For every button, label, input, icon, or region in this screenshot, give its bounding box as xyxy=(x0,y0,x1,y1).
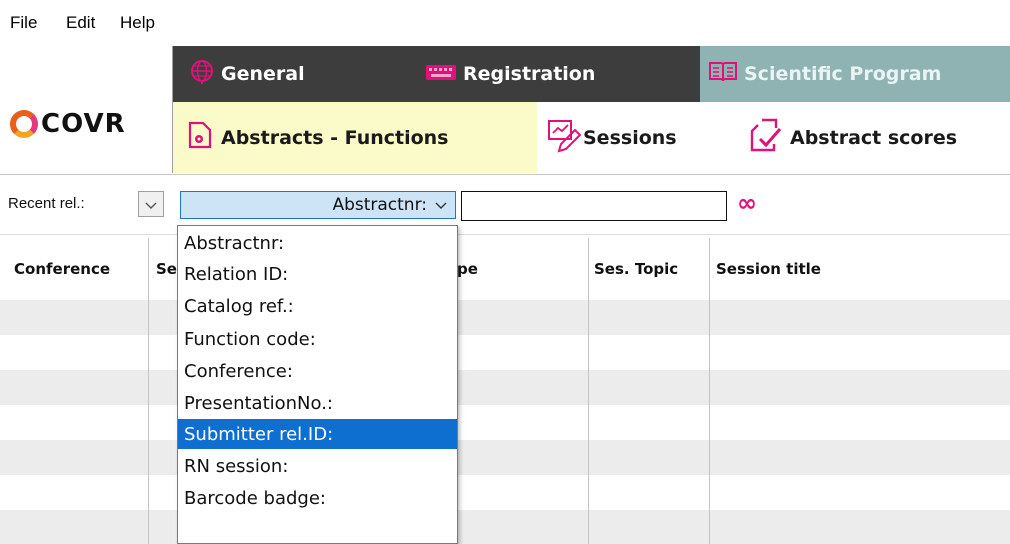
chevron-down-icon xyxy=(145,195,157,214)
table-row[interactable] xyxy=(0,440,1010,475)
dropdown-option-presentation-no[interactable]: PresentationNo.: xyxy=(178,388,457,418)
column-header-session[interactable]: Se xyxy=(156,260,177,278)
menu-help[interactable]: Help xyxy=(120,13,155,33)
tab-registration-label: Registration xyxy=(463,63,596,85)
chevron-down-icon xyxy=(435,195,447,215)
search-field-dropdown-list: Abstractnr: Relation ID: Catalog ref.: F… xyxy=(177,225,458,544)
table-header: Conference Se pe Ses. Topic Session titl… xyxy=(0,238,1010,300)
tab-abstracts-functions-label: Abstracts - Functions xyxy=(221,126,449,149)
menu-edit[interactable]: Edit xyxy=(66,13,95,33)
infinity-icon[interactable]: ∞ xyxy=(737,189,757,217)
tab-scientific-program[interactable]: Scientific Program xyxy=(700,46,1010,102)
tab-general-label: General xyxy=(221,63,305,85)
column-header-conference[interactable]: Conference xyxy=(14,260,110,278)
pen-edit-icon xyxy=(545,117,582,158)
dropdown-option-barcode-badge[interactable]: Barcode badge: xyxy=(178,483,457,513)
tab-abstract-scores[interactable]: Abstract scores xyxy=(748,102,1010,173)
table-row[interactable] xyxy=(0,510,1010,544)
menu-bar: File Edit Help xyxy=(0,0,1010,44)
app-logo: COVR xyxy=(10,104,126,144)
recent-relations-label: Recent rel.: xyxy=(8,195,85,212)
column-divider xyxy=(148,238,149,544)
table-row[interactable] xyxy=(0,475,1010,510)
tab-scientific-program-label: Scientific Program xyxy=(744,63,942,85)
column-divider xyxy=(709,238,710,544)
book-icon xyxy=(708,60,738,89)
column-divider xyxy=(588,238,589,544)
filter-bar: Recent rel.: Abstractnr: ∞ xyxy=(0,185,1010,225)
logo-ring-icon xyxy=(10,110,38,138)
tab-abstract-scores-label: Abstract scores xyxy=(790,126,958,149)
document-gear-icon xyxy=(187,120,213,155)
header-divider xyxy=(0,174,1010,175)
column-header-type[interactable]: pe xyxy=(457,260,478,278)
results-table: Conference Se pe Ses. Topic Session titl… xyxy=(0,238,1010,544)
table-row[interactable] xyxy=(0,405,1010,440)
main-tab-bar: General Registration Scientific Program xyxy=(173,46,1010,102)
column-header-ses-topic[interactable]: Ses. Topic xyxy=(594,260,678,278)
document-check-icon xyxy=(748,117,786,158)
search-field-selected: Abstractnr: xyxy=(332,195,427,215)
dropdown-option-relation-id[interactable]: Relation ID: xyxy=(178,259,457,289)
dropdown-option-abstractnr[interactable]: Abstractnr: xyxy=(178,228,457,258)
tab-general[interactable]: General xyxy=(173,46,413,102)
search-input[interactable] xyxy=(461,191,727,221)
dropdown-option-rn-session[interactable]: RN session: xyxy=(178,451,457,481)
dropdown-option-function-code[interactable]: Function code: xyxy=(178,324,457,354)
table-row[interactable] xyxy=(0,370,1010,405)
search-field-select[interactable]: Abstractnr: xyxy=(180,191,456,219)
tab-abstracts-functions[interactable]: Abstracts - Functions xyxy=(173,102,537,173)
tab-registration[interactable]: Registration xyxy=(419,46,699,102)
globe-icon xyxy=(189,59,215,90)
recent-relations-dropdown[interactable] xyxy=(138,191,164,217)
sub-tab-bar: Abstracts - Functions Sessions Abstract … xyxy=(173,102,1010,173)
dropdown-option-submitter-rel-id[interactable]: Submitter rel.ID: xyxy=(178,419,457,449)
dropdown-option-catalog-ref[interactable]: Catalog ref.: xyxy=(178,291,457,321)
tab-sessions[interactable]: Sessions xyxy=(543,102,703,173)
filter-divider xyxy=(0,234,1010,235)
table-row[interactable] xyxy=(0,300,1010,335)
logo-text: COVR xyxy=(41,109,126,139)
dropdown-option-conference[interactable]: Conference: xyxy=(178,356,457,386)
menu-file[interactable]: File xyxy=(10,13,37,33)
column-header-session-title[interactable]: Session title xyxy=(716,260,821,278)
table-row[interactable] xyxy=(0,335,1010,370)
keyboard-icon xyxy=(425,62,457,87)
tab-sessions-label: Sessions xyxy=(583,126,677,149)
